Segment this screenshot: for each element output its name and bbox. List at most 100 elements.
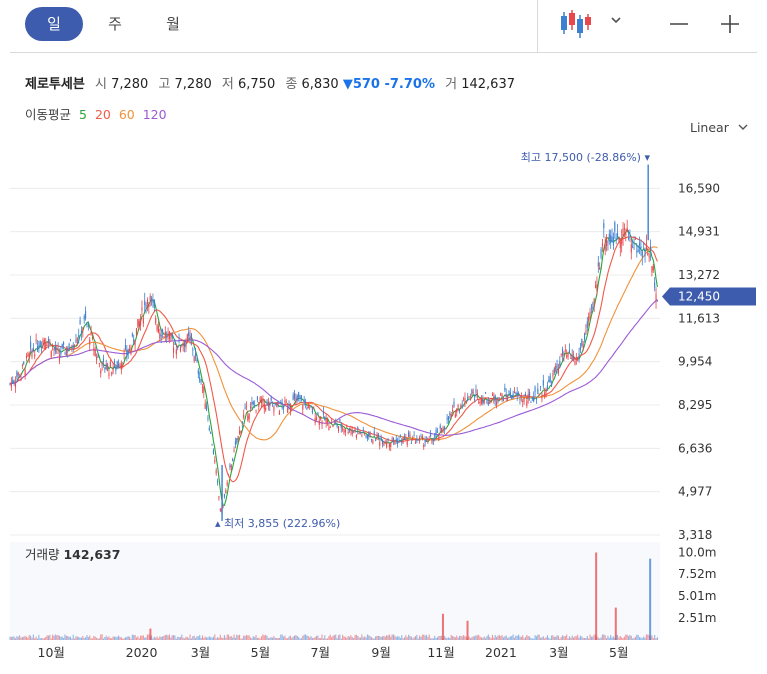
candle-body (478, 402, 480, 404)
candle-body (405, 436, 407, 439)
volume-bar (126, 636, 128, 640)
candle-body (523, 396, 525, 402)
candle-body (454, 414, 456, 418)
volume-bar (490, 638, 492, 640)
candle-body (599, 267, 601, 270)
volume-bar (645, 634, 647, 640)
volume-bar (162, 636, 164, 640)
volume-bar (589, 634, 591, 640)
volume-bar (614, 637, 616, 640)
minus-icon[interactable] (664, 10, 694, 40)
candle-body (89, 339, 91, 345)
open-value: 7,280 (111, 77, 149, 92)
tab-daily[interactable]: 일 (25, 7, 83, 41)
volume-bar (567, 638, 569, 640)
volume-bar (31, 637, 33, 640)
volume-bar (45, 636, 47, 640)
candle-body (19, 376, 21, 378)
volume-bar (406, 637, 408, 640)
volume-bar (512, 634, 514, 640)
price-tick-label: 8,295 (678, 398, 712, 412)
volume-bar (601, 634, 603, 640)
volume-bar (427, 637, 429, 640)
candle-body (41, 346, 43, 348)
volume-bar (152, 638, 154, 640)
volume-bar (447, 637, 450, 640)
plus-icon[interactable] (715, 10, 745, 40)
volume-bar (57, 635, 59, 640)
volume-bar (355, 634, 357, 640)
candle-body (135, 328, 138, 336)
candle-body (379, 442, 381, 446)
candle-body (124, 345, 127, 350)
candle-body (636, 251, 638, 253)
candle-body (390, 442, 392, 447)
volume-bar (612, 636, 614, 640)
volume-bar (392, 634, 395, 640)
volume-bar (278, 637, 280, 640)
volume-bar (644, 637, 646, 640)
candles (9, 164, 658, 521)
volume-bar (39, 638, 41, 640)
ma-line-60 (9, 246, 658, 441)
candle-body (322, 411, 324, 415)
candle-body (593, 298, 595, 307)
candle-body (413, 435, 415, 437)
candle-body (292, 395, 294, 400)
tab-monthly[interactable]: 월 (158, 7, 188, 41)
candle-body (483, 398, 485, 404)
ma-line-120 (9, 299, 658, 436)
volume-bar (13, 636, 15, 640)
candle-body (146, 299, 149, 304)
volume-bar (377, 635, 379, 640)
candle-body (386, 443, 388, 448)
candle-body (335, 421, 337, 424)
candle-body (344, 429, 346, 432)
volume-bar (178, 637, 180, 640)
volume-bar (420, 636, 422, 640)
candle-body (357, 427, 359, 430)
volume-bar (241, 638, 243, 640)
candle-body (221, 509, 223, 512)
candle-body (548, 379, 550, 383)
volume-bar (522, 635, 524, 640)
moving-average-lines (9, 228, 658, 507)
volume-bar (507, 637, 509, 640)
volume-bar (329, 634, 331, 640)
candle-body (566, 355, 568, 358)
candle-body (127, 349, 129, 354)
candle-body (486, 400, 488, 403)
volume-bar (443, 635, 445, 640)
volume-bar (222, 637, 224, 640)
candle-body (108, 372, 110, 376)
volume-bar (97, 638, 99, 640)
candle-body (406, 441, 408, 445)
volume-bar (519, 636, 521, 640)
candle-body (218, 496, 220, 499)
volume-bar (523, 638, 525, 640)
scale-mode-selector[interactable]: Linear (690, 120, 749, 135)
volume-bar (16, 636, 18, 640)
candle-body (366, 435, 368, 439)
volume-bar (9, 636, 11, 640)
volume-bar (630, 635, 632, 640)
candle-body (79, 319, 81, 325)
chart-type-selector[interactable] (537, 0, 640, 52)
candle-body (160, 334, 162, 337)
candle-body (445, 428, 447, 430)
volume-bar (232, 637, 234, 640)
candle-body (52, 345, 54, 347)
volume-bar (331, 637, 333, 640)
volume-bar (273, 636, 275, 640)
candle-body (85, 311, 87, 319)
candle-body (61, 343, 63, 347)
candle-body (600, 249, 602, 258)
candle-body (16, 371, 18, 378)
volume-bar (317, 635, 319, 640)
candle-body (402, 437, 404, 441)
tab-weekly[interactable]: 주 (100, 7, 130, 41)
volume-bar (478, 634, 480, 640)
candle-body (142, 317, 144, 324)
volume-bar (87, 637, 89, 640)
ma-legend: 이동평균 5 20 60 120 (25, 104, 167, 123)
